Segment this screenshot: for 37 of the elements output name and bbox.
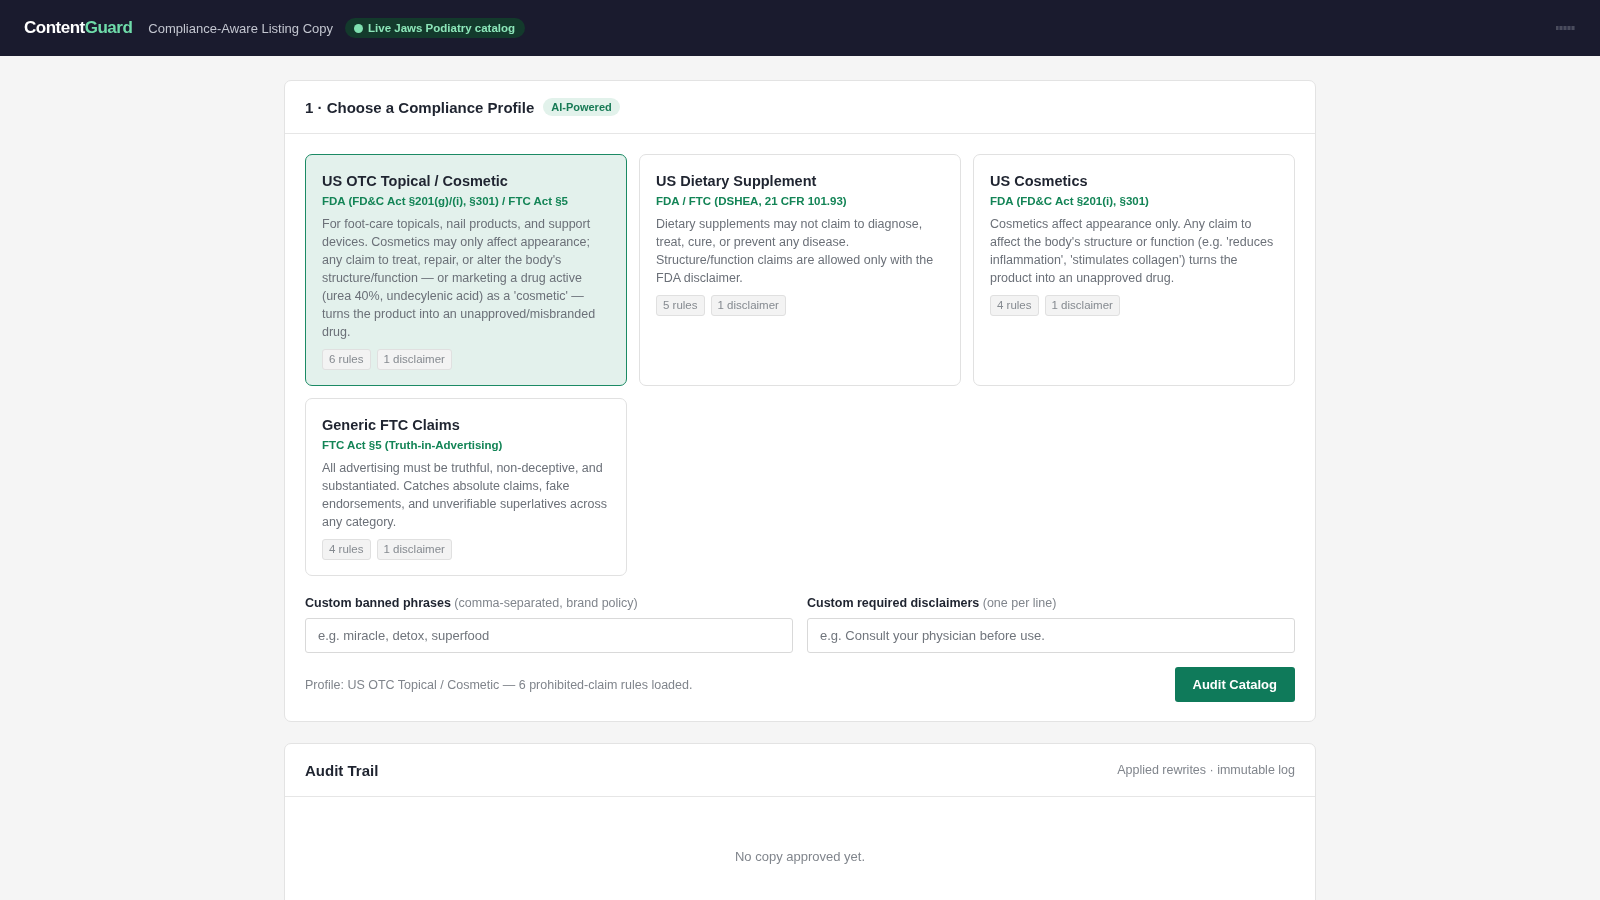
app-logo: ContentGuard: [24, 18, 133, 38]
panel-subtitle: Applied rewrites · immutable log: [1117, 763, 1295, 777]
field-label: Custom required disclaimers (one per line): [807, 595, 1058, 611]
profile-description: For foot-care topicals, nail products, and support devices. Cosmetics may only affect appearance; any claim to treat, repair, or alter the body's structure/function — or marketing a drug active (urea 40%, undecylenic acid) as a 'cosmetic' — turns the product into an unapproved/misbranded drug.: [322, 216, 597, 341]
profile-name: US Dietary Supplement: [656, 172, 818, 191]
empty-state-text: No copy approved yet.: [734, 849, 866, 864]
status-dot-icon: [354, 23, 364, 33]
profile-authority: FDA / FTC (DSHEA, 21 CFR 101.93): [656, 194, 848, 209]
profile-name: Generic FTC Claims: [322, 416, 461, 435]
profile-authority: FTC Act §5 (Truth-in-Advertising): [322, 438, 504, 453]
profile-status-text: Profile: US OTC Topical / Cosmetic — 6 prohibited-claim rules loaded.: [305, 677, 693, 692]
audit-catalog-button[interactable]: Audit Catalog: [1174, 667, 1295, 702]
profile-authority: FDA (FD&C Act §201(g)/(i), §301) / FTC Act §5: [322, 194, 569, 209]
profile-tag: 1 disclaimer: [376, 349, 452, 370]
text-input-field[interactable]: e.g. miracle, detox, superfood: [305, 618, 793, 653]
profile-tag: 1 disclaimer: [710, 295, 786, 316]
profile-tag: 1 disclaimer: [376, 539, 452, 560]
field-label: Custom banned phrases (comma-separated, brand policy): [305, 595, 639, 611]
app-subtitle: Compliance-Aware Listing Copy: [148, 20, 334, 36]
pixelated-mark: [1556, 26, 1575, 30]
profile-name: US OTC Topical / Cosmetic: [322, 172, 509, 191]
profile-tag: 5 rules: [656, 295, 705, 316]
profile-description: All advertising must be truthful, non-deceptive, and substantiated. Catches absolute claims, fake endorsements, and unverifiable superlatives across any category.: [322, 460, 608, 531]
profile-name: US Cosmetics: [990, 172, 1089, 191]
profile-tag: 4 rules: [990, 295, 1039, 316]
status-pill-text: Live Jaws Podiatry catalog: [368, 22, 516, 34]
profile-authority: FDA (FD&C Act §201(i), §301): [990, 194, 1150, 209]
ai-badge: AI-Powered: [543, 98, 620, 116]
panel-title: 1 · Choose a Compliance Profile: [305, 98, 535, 116]
profile-card[interactable]: [305, 154, 627, 386]
profile-tag: 6 rules: [322, 349, 371, 370]
profile-tag: 4 rules: [322, 539, 371, 560]
panel-title: Audit Trail: [305, 761, 379, 779]
profile-description: Dietary supplements may not claim to diagnose, treat, cure, or prevent any disease. Structure/function claims are allowed only with the FDA disclaimer.: [656, 216, 935, 287]
text-input-field[interactable]: e.g. Consult your physician before use.: [807, 618, 1295, 653]
profile-tag: 1 disclaimer: [1044, 295, 1120, 316]
profile-description: Cosmetics affect appearance only. Any claim to affect the body's structure or function (e.g. 'reduces inflammation', 'stimulates collagen') turns the product into an unapproved drug.: [990, 216, 1275, 287]
